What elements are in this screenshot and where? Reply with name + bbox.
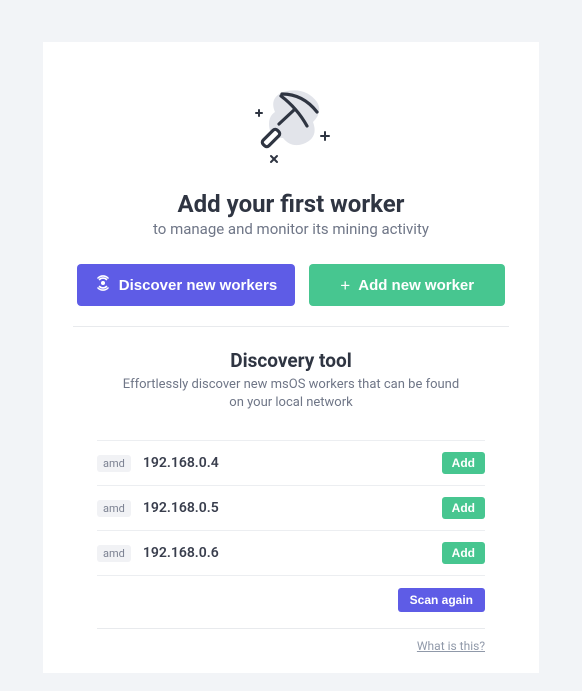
worker-row: amd 192.168.0.4 Add <box>97 440 485 486</box>
add-worker-row-button[interactable]: Add <box>442 452 485 474</box>
radar-icon <box>95 275 111 295</box>
add-label: Add new worker <box>358 277 474 294</box>
worker-ip: 192.168.0.6 <box>143 545 442 561</box>
action-buttons: Discover new workers + Add new worker <box>73 264 509 306</box>
add-worker-row-button[interactable]: Add <box>442 542 485 564</box>
worker-ip: 192.168.0.4 <box>143 455 442 471</box>
page-title: Add your first worker <box>73 190 509 218</box>
plus-icon: + <box>340 277 350 294</box>
worker-ip: 192.168.0.5 <box>143 500 442 516</box>
worker-list: amd 192.168.0.4 Add amd 192.168.0.5 Add … <box>97 440 485 576</box>
vendor-chip: amd <box>97 500 131 517</box>
worker-row: amd 192.168.0.6 Add <box>97 531 485 576</box>
card: Add your first worker to manage and moni… <box>43 42 539 673</box>
discovery-subtitle: Effortlessly discover new msOS workers t… <box>121 376 461 412</box>
divider <box>73 326 509 327</box>
pickaxe-icon <box>73 82 509 172</box>
discovery-title: Discovery tool <box>73 349 509 372</box>
what-is-this-link[interactable]: What is this? <box>417 639 485 653</box>
page-subtitle: to manage and monitor its mining activit… <box>73 220 509 238</box>
discover-label: Discover new workers <box>119 277 277 294</box>
footer-links: What is this? <box>97 639 485 653</box>
add-worker-button[interactable]: + Add new worker <box>309 264 505 306</box>
add-worker-row-button[interactable]: Add <box>442 497 485 519</box>
scan-again-button[interactable]: Scan again <box>398 588 485 612</box>
scan-row: Scan again <box>97 588 485 612</box>
footer-divider <box>97 628 485 629</box>
discover-workers-button[interactable]: Discover new workers <box>77 264 295 306</box>
vendor-chip: amd <box>97 545 131 562</box>
vendor-chip: amd <box>97 455 131 472</box>
worker-row: amd 192.168.0.5 Add <box>97 486 485 531</box>
